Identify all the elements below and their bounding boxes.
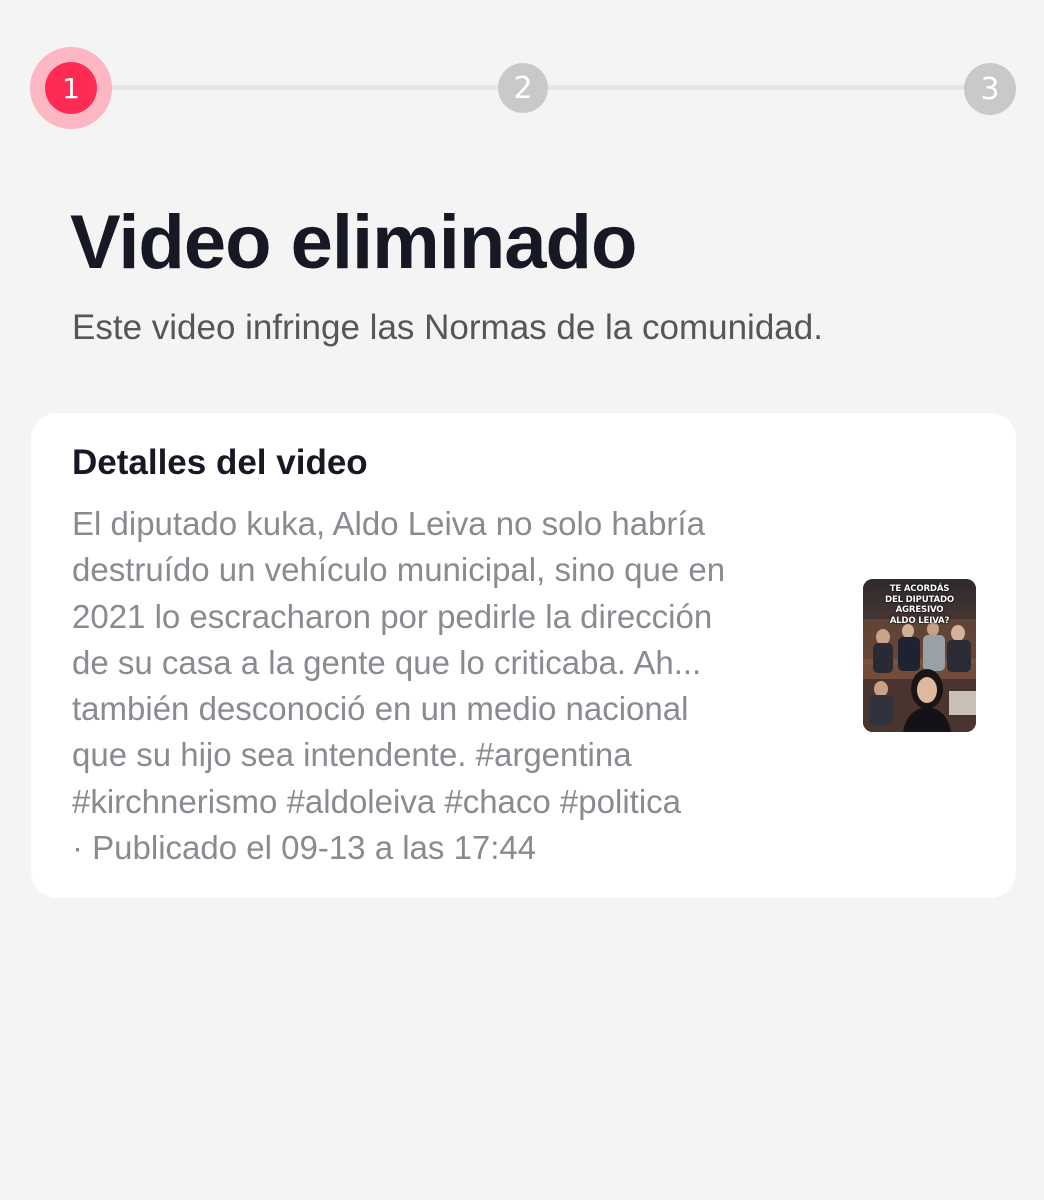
publish-date: · Publicado el 09-13 a las 17:44 bbox=[72, 829, 537, 867]
step-2-indicator: 2 bbox=[498, 63, 548, 113]
description-line: #kirchnerismo #aldoleiva #chaco #politic… bbox=[72, 782, 682, 820]
video-details-card: Detalles del video El diputado kuka, Ald… bbox=[31, 413, 1016, 898]
description-line: de su casa a la gente que lo criticaba. … bbox=[72, 643, 702, 681]
thumbnail-caption: TE ACORDÁS DEL DIPUTADO AGRESIVO ALDO LE… bbox=[863, 584, 976, 626]
description-line: destruído un vehículo municipal, sino qu… bbox=[72, 551, 726, 589]
description-line: 2021 lo escracharon por pedirle la direc… bbox=[72, 597, 713, 635]
page-title: Video eliminado bbox=[70, 200, 637, 285]
step-1-indicator: 1 bbox=[45, 62, 97, 114]
video-thumbnail[interactable]: TE ACORDÁS DEL DIPUTADO AGRESIVO ALDO LE… bbox=[863, 579, 976, 732]
caption-line: TE ACORDÁS bbox=[889, 584, 950, 594]
video-description: El diputado kuka, Aldo Leiva no solo hab… bbox=[72, 501, 842, 871]
progress-stepper: 1 2 3 bbox=[30, 47, 1016, 129]
description-line: El diputado kuka, Aldo Leiva no solo hab… bbox=[72, 505, 705, 542]
description-line: que su hijo sea intendente. #argentina bbox=[72, 736, 632, 774]
step-3-indicator: 3 bbox=[964, 63, 1016, 115]
page-subtitle: Este video infringe las Normas de la com… bbox=[72, 308, 823, 347]
caption-line: DEL DIPUTADO AGRESIVO bbox=[885, 594, 954, 616]
description-line: también desconoció en un medio nacional bbox=[72, 690, 689, 728]
video-details-heading: Detalles del video bbox=[72, 443, 368, 482]
caption-line: ALDO LEIVA? bbox=[889, 615, 950, 626]
